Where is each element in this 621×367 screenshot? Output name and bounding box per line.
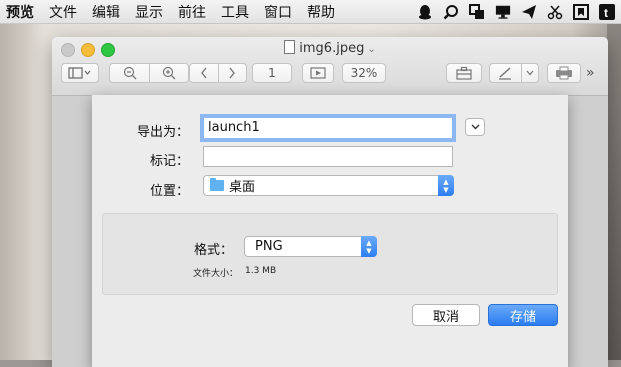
tags-label: 标记：	[149, 154, 189, 169]
popup-stepper-icon: ▲ ▼	[438, 175, 454, 196]
scissors-icon[interactable]	[547, 4, 563, 20]
pen-icon	[499, 67, 512, 80]
status-bar-icons: t	[417, 0, 615, 23]
play-icon	[310, 67, 326, 79]
tags-input[interactable]	[203, 146, 453, 167]
export-dialog: 导出为： launch1 标记： 位置： 桌面 ▲ ▼ 格式： PNG ▲ ▼ 文件…	[92, 95, 568, 367]
display-icon[interactable]	[495, 4, 511, 20]
document-icon	[284, 40, 296, 54]
tumblr-icon[interactable]: t	[599, 3, 615, 20]
chevron-down-icon: ⌄	[367, 44, 376, 55]
format-label: 格式：	[193, 243, 233, 258]
menu-view[interactable]: 显示	[135, 2, 163, 22]
toolbox-icon	[456, 66, 472, 80]
export-as-input[interactable]: launch1	[203, 117, 453, 139]
file-size-value: 1.3 MB	[245, 266, 277, 276]
format-popup[interactable]: PNG ▲ ▼	[244, 236, 377, 257]
markup-menu-button[interactable]	[522, 64, 538, 82]
page-nav-controls	[189, 63, 247, 83]
chevron-down-icon	[471, 124, 479, 130]
markup-button	[489, 63, 539, 83]
zoom-level-field[interactable]: 32%	[342, 63, 386, 83]
window-title-area[interactable]: img6.jpeg ⌄	[52, 40, 608, 56]
chevron-right-icon	[229, 67, 236, 79]
preview-window: img6.jpeg ⌄ 1 32% » 导出为： launch1 标记： 位置：…	[52, 37, 608, 367]
menu-go[interactable]: 前往	[178, 2, 206, 22]
format-options-box: 格式： PNG ▲ ▼ 文件大小： 1.3 MB	[102, 213, 558, 295]
menu-tools[interactable]: 工具	[221, 2, 249, 22]
zoom-controls	[109, 63, 189, 83]
bookmark-box-icon[interactable]	[573, 3, 589, 20]
zoom-out-icon	[123, 66, 136, 80]
zoom-in-icon	[162, 66, 176, 80]
svg-text:t: t	[604, 6, 608, 20]
menu-window[interactable]: 窗口	[264, 2, 292, 22]
sidebar-icon	[68, 67, 91, 79]
popup-stepper-icon: ▲ ▼	[361, 236, 377, 257]
file-size-label: 文件大小：	[193, 269, 239, 279]
where-label: 位置：	[149, 184, 189, 199]
export-as-label: 导出为：	[136, 125, 189, 140]
window-title: img6.jpeg	[299, 41, 365, 56]
save-button[interactable]: 存储	[488, 304, 558, 326]
format-value: PNG	[255, 239, 283, 254]
print-button[interactable]	[547, 63, 581, 83]
menu-preview[interactable]: 预览	[6, 2, 34, 22]
qq-icon[interactable]	[417, 4, 433, 20]
menu-help[interactable]: 帮助	[307, 2, 335, 22]
markup-pen-button[interactable]	[490, 64, 521, 82]
magnifier-icon[interactable]	[443, 4, 459, 20]
chevron-left-icon	[201, 67, 207, 79]
printer-icon	[556, 66, 572, 80]
slideshow-button[interactable]	[302, 63, 334, 83]
toolbar-overflow-icon[interactable]: »	[586, 65, 595, 81]
next-page-button[interactable]	[219, 64, 246, 82]
where-popup[interactable]: 桌面 ▲ ▼	[203, 175, 454, 196]
page-number-field[interactable]: 1	[252, 63, 292, 83]
menu-edit[interactable]: 编辑	[92, 2, 120, 22]
desktop-right-edge	[607, 23, 621, 360]
where-value: 桌面	[229, 180, 256, 195]
screen-mirror-icon[interactable]	[469, 3, 485, 20]
send-icon[interactable]	[521, 4, 537, 20]
previous-page-button[interactable]	[190, 64, 218, 82]
sidebar-toggle-button[interactable]	[61, 63, 99, 83]
folder-icon	[210, 178, 224, 191]
expand-dialog-button[interactable]	[465, 118, 485, 136]
toolbox-button[interactable]	[446, 63, 482, 83]
zoom-out-button[interactable]	[110, 64, 149, 82]
cancel-button[interactable]: 取消	[412, 304, 480, 326]
menu-file[interactable]: 文件	[49, 2, 77, 22]
menu-bar: 预览 文件 编辑 显示 前往 工具 窗口 帮助 t	[0, 0, 621, 24]
zoom-in-button[interactable]	[150, 64, 188, 82]
window-titlebar: img6.jpeg ⌄ 1 32% »	[52, 37, 608, 96]
chevron-down-icon	[526, 70, 534, 76]
